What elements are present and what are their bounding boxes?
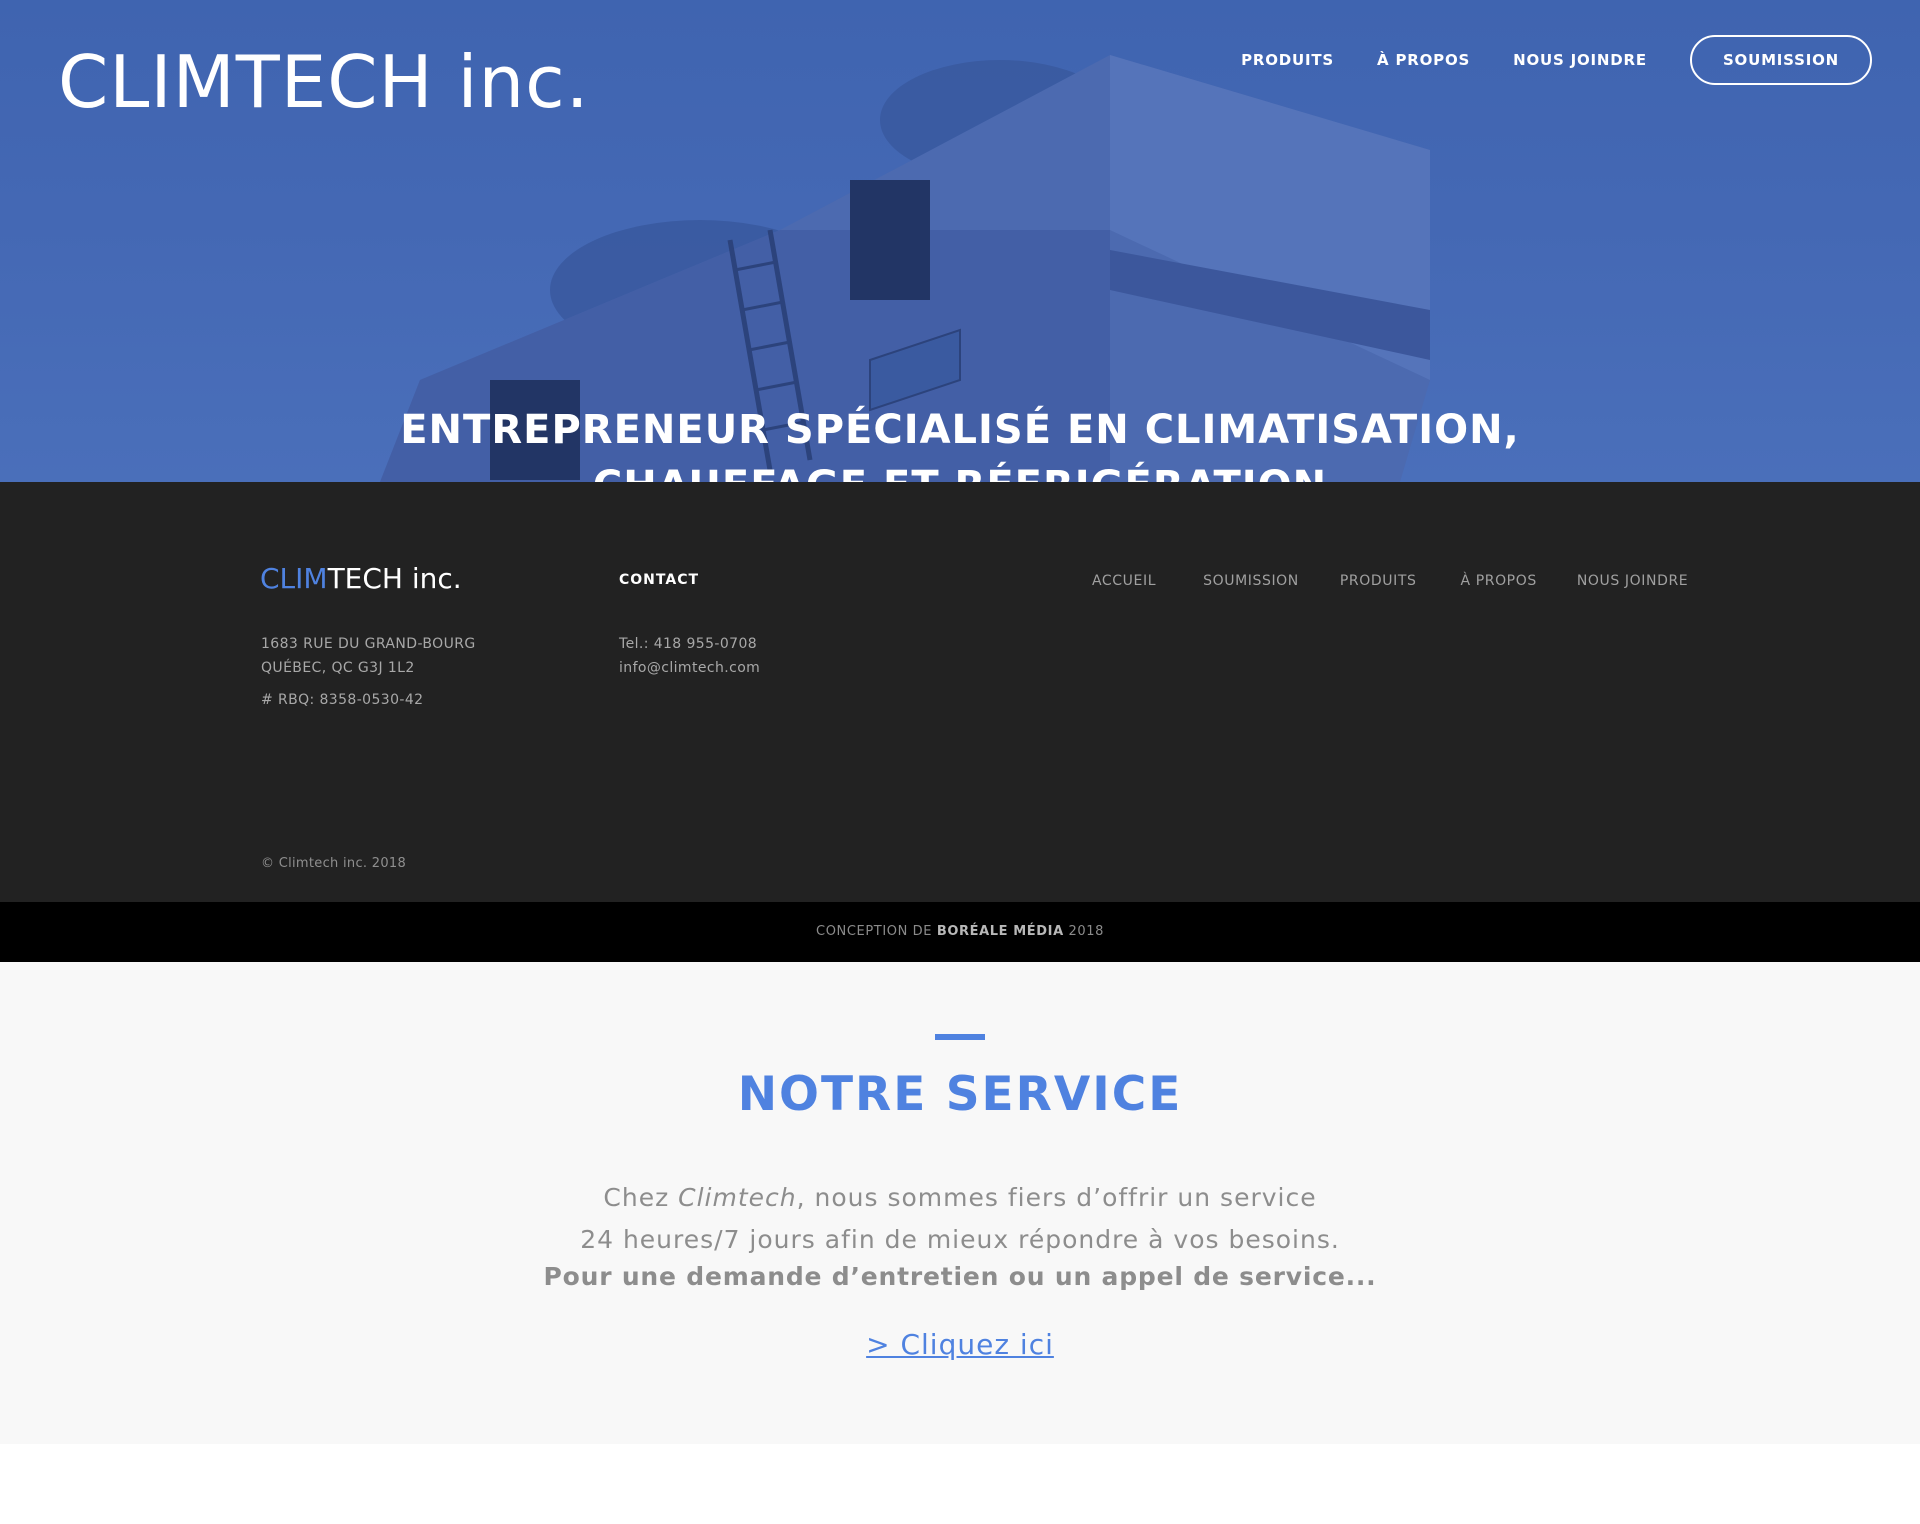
cliquez-ici-link[interactable]: > Cliquez ici bbox=[866, 1328, 1054, 1361]
credit-suffix: 2018 bbox=[1063, 924, 1104, 939]
footer-nav-accueil[interactable]: ACCUEIL bbox=[1092, 573, 1156, 589]
service-description: Chez Climtech, nous sommes fiers d’offri… bbox=[0, 1177, 1920, 1261]
footer-address: 1683 RUE DU GRAND-BOURG QUÉBEC, QC G3J 1… bbox=[261, 632, 476, 680]
service-line1-pre: Chez bbox=[603, 1183, 679, 1212]
site-logo[interactable]: CLIMTECH inc. bbox=[58, 40, 590, 124]
service-title: NOTRE SERVICE bbox=[737, 1067, 1183, 1122]
footer-contact: Tel.: 418 955-0708 info@climtech.com bbox=[619, 632, 760, 680]
nav-produits[interactable]: PRODUITS bbox=[1241, 51, 1334, 69]
contact-heading: CONTACT bbox=[619, 572, 700, 588]
cliquez-ici-wrapper: > Cliquez ici bbox=[0, 1328, 1920, 1361]
service-line3: Pour une demande d’entretien ou un appel… bbox=[543, 1262, 1377, 1291]
hero-title: ENTREPRENEUR SPÉCIALISÉ EN CLIMATISATION… bbox=[0, 402, 1920, 482]
service-section: NOTRE SERVICE Chez Climtech, nous sommes… bbox=[0, 962, 1920, 1444]
footer-nav-a-propos[interactable]: À PROPOS bbox=[1460, 573, 1536, 589]
hero-banner: CLIMTECH inc. PRODUITS À PROPOS NOUS JOI… bbox=[0, 0, 1920, 482]
nav-a-propos[interactable]: À PROPOS bbox=[1377, 51, 1470, 69]
service-line1: Chez Climtech, nous sommes fiers d’offri… bbox=[0, 1177, 1920, 1219]
address-line1: 1683 RUE DU GRAND-BOURG bbox=[261, 636, 476, 652]
service-line1-em: Climtech bbox=[678, 1183, 797, 1212]
footer-nav-soumission[interactable]: SOUMISSION bbox=[1203, 573, 1299, 589]
footer-logo-rest: TECH inc. bbox=[327, 562, 462, 595]
nav-nous-joindre[interactable]: NOUS JOINDRE bbox=[1513, 51, 1647, 69]
hero-title-line1: ENTREPRENEUR SPÉCIALISÉ EN CLIMATISATION… bbox=[400, 407, 1520, 453]
service-line2: 24 heures/7 jours afin de mieux répondre… bbox=[580, 1225, 1340, 1254]
footer-nav-nous-joindre[interactable]: NOUS JOINDRE bbox=[1577, 573, 1688, 589]
footer-logo-accent: CLIM bbox=[260, 562, 328, 595]
contact-email[interactable]: info@climtech.com bbox=[619, 656, 760, 680]
site-footer: CLIMTECH inc. 1683 RUE DU GRAND-BOURG QU… bbox=[0, 482, 1920, 902]
service-line1-post: , nous sommes fiers d’offrir un service bbox=[796, 1183, 1317, 1212]
hero-title-line2: CHAUFFAGE ET RÉFRIGÉRATION bbox=[0, 458, 1920, 482]
footer-nav-produits[interactable]: PRODUITS bbox=[1340, 573, 1417, 589]
credit-prefix: CONCEPTION DE bbox=[816, 924, 937, 939]
footer-nav: ACCUEIL SOUMISSION PRODUITS À PROPOS NOU… bbox=[1092, 573, 1688, 589]
address-line2: QUÉBEC, QC G3J 1L2 bbox=[261, 660, 415, 676]
credit-name[interactable]: BORÉALE MÉDIA bbox=[937, 924, 1064, 939]
footer-logo[interactable]: CLIMTECH inc. bbox=[260, 562, 462, 595]
section-divider bbox=[935, 1034, 985, 1040]
contact-phone[interactable]: Tel.: 418 955-0708 bbox=[619, 632, 760, 656]
main-nav: PRODUITS À PROPOS NOUS JOINDRE SOUMISSIO… bbox=[1198, 35, 1872, 85]
soumission-button[interactable]: SOUMISSION bbox=[1689, 35, 1872, 85]
footer-rbq: # RBQ: 8358-0530-42 bbox=[261, 692, 424, 708]
copyright: © Climtech inc. 2018 bbox=[261, 856, 407, 871]
design-credit: CONCEPTION DE BORÉALE MÉDIA 2018 bbox=[0, 902, 1920, 962]
